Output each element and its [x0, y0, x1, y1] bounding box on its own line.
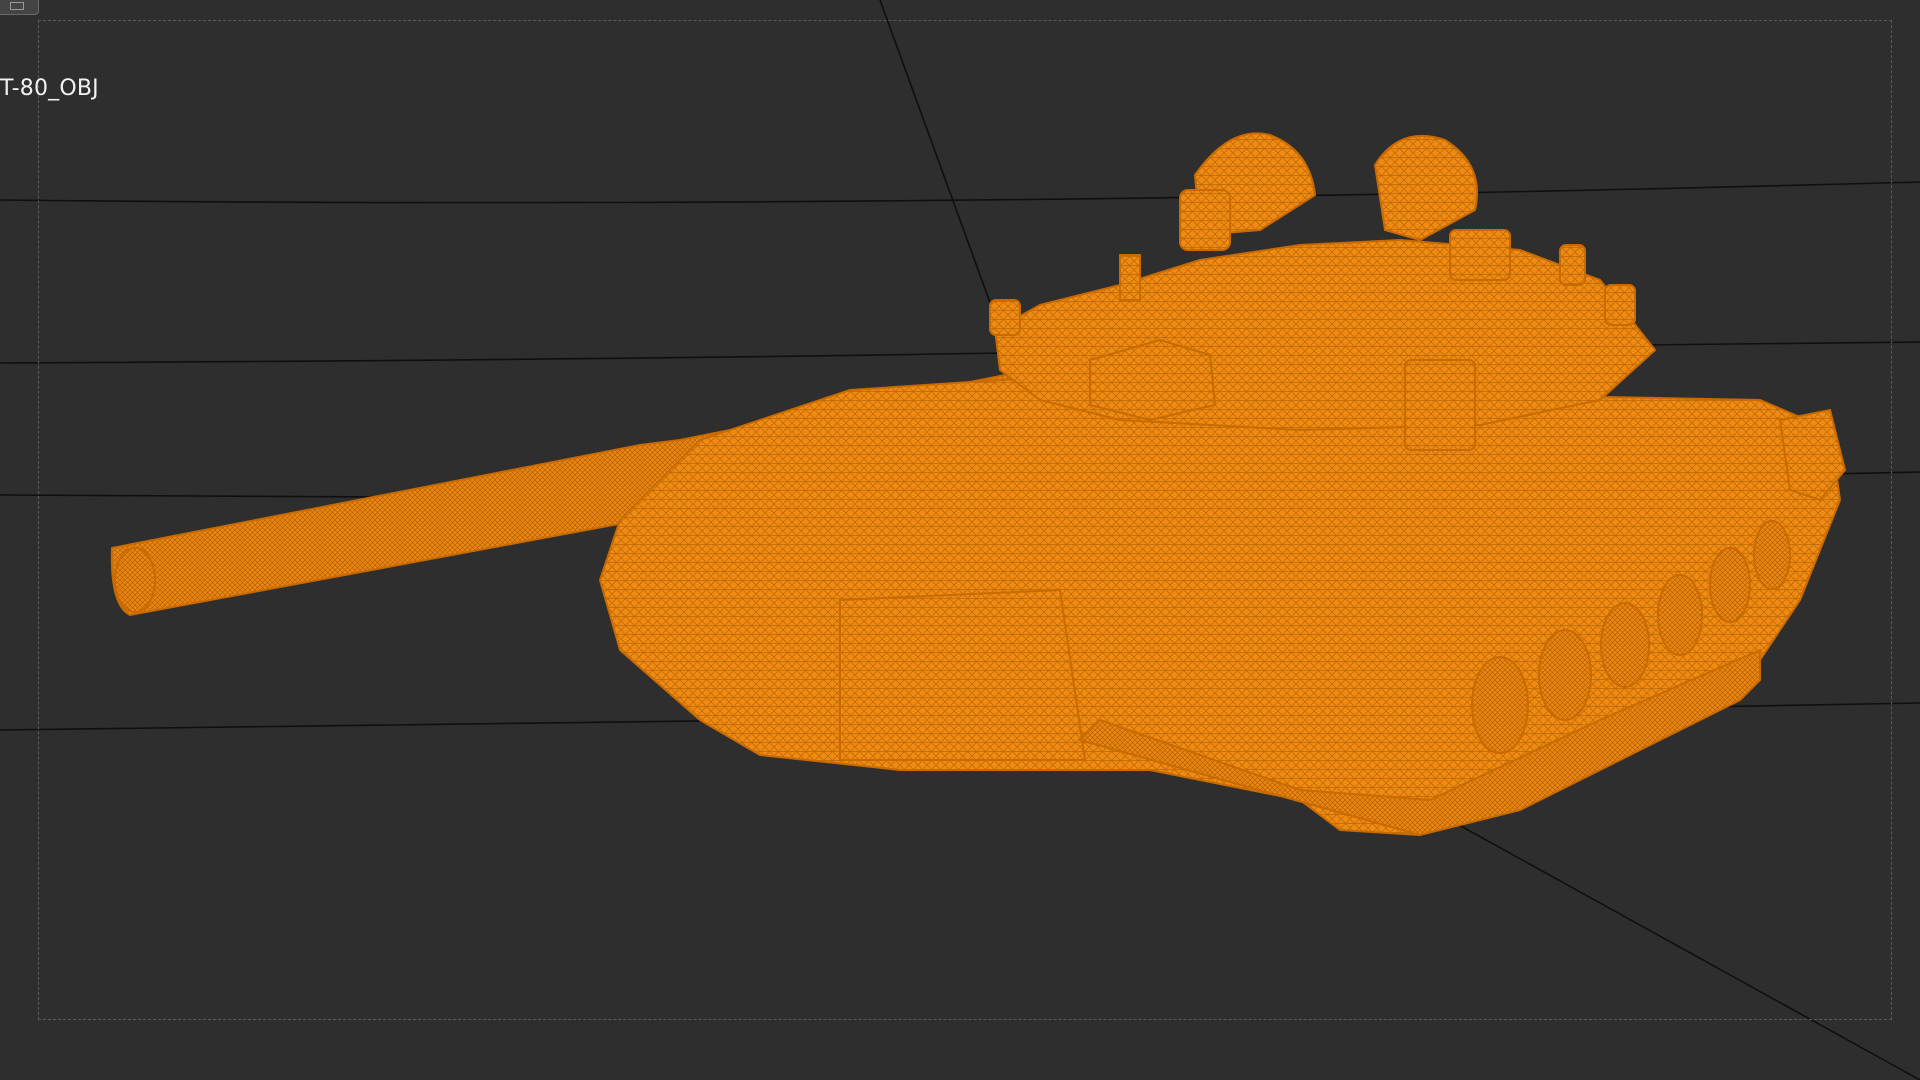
gunner-hatch	[1373, 134, 1478, 242]
road-wheel	[1657, 574, 1703, 656]
smoke-launcher	[1559, 244, 1586, 286]
turret-box	[1449, 229, 1511, 281]
frame-toggle-icon[interactable]	[0, 0, 39, 15]
viewport-canvas[interactable]	[0, 0, 1920, 1080]
smoke-launcher	[1604, 284, 1636, 326]
grid-line	[1639, 341, 1920, 346]
object-name-label: T-80_OBJ	[0, 76, 99, 101]
grid-line	[879, 0, 1001, 331]
road-wheel	[1471, 656, 1529, 754]
road-wheel	[1709, 547, 1751, 623]
grid-line	[0, 719, 781, 731]
smoke-launcher	[989, 299, 1021, 336]
muzzle	[114, 547, 156, 613]
grid-line	[1449, 819, 1920, 1080]
grid-line	[0, 181, 1920, 204]
front-armor-plate	[839, 588, 1087, 761]
antenna-mount	[1119, 254, 1141, 301]
turret-sight	[1404, 359, 1476, 451]
3d-viewport[interactable]: T-80_OBJ	[0, 0, 1920, 1080]
road-wheel	[1538, 629, 1592, 721]
road-wheel	[1600, 602, 1650, 688]
grid-line	[0, 352, 1001, 364]
road-wheel	[1753, 520, 1791, 590]
periscope	[1179, 189, 1231, 251]
tank-wireframe-model[interactable]	[110, 132, 1847, 837]
